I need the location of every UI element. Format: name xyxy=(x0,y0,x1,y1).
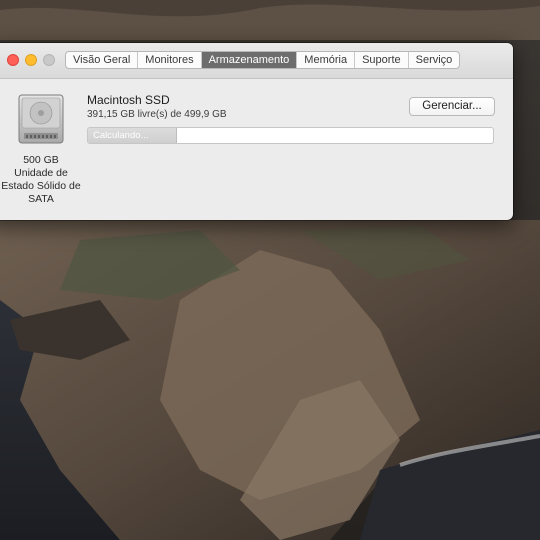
disk-name: Macintosh SSD xyxy=(87,93,170,107)
manage-button[interactable]: Gerenciar... xyxy=(409,97,495,116)
internal-drive-icon xyxy=(18,94,64,144)
tab-displays[interactable]: Monitores xyxy=(138,52,202,68)
disk-type-line-3: SATA xyxy=(28,193,54,205)
close-button[interactable] xyxy=(7,54,19,66)
title-bar: Visão Geral Monitores Armazenamento Memó… xyxy=(0,43,513,79)
tab-storage[interactable]: Armazenamento xyxy=(201,52,298,68)
disk-type-line-1: Unidade de xyxy=(14,167,68,179)
disk-type-line-2: Estado Sólido de xyxy=(1,180,81,192)
tab-overview[interactable]: Visão Geral xyxy=(66,52,139,68)
zoom-button xyxy=(43,54,55,66)
tab-service[interactable]: Serviço xyxy=(409,52,460,68)
tab-bar: Visão Geral Monitores Armazenamento Memó… xyxy=(65,51,461,69)
storage-usage-bar: Calculando... xyxy=(87,127,494,144)
storage-status-label: Calculando... xyxy=(93,130,149,141)
about-this-mac-window: Visão Geral Monitores Armazenamento Memó… xyxy=(0,43,513,220)
tab-memory[interactable]: Memória xyxy=(297,52,356,68)
disk-free-space: 391,15 GB livre(s) de 499,9 GB xyxy=(87,109,227,120)
minimize-button[interactable] xyxy=(25,54,37,66)
disk-caption: 500 GB Unidade de Estado Sólido de SATA xyxy=(0,154,87,206)
disk-capacity: 500 GB xyxy=(23,154,59,166)
tab-support[interactable]: Suporte xyxy=(355,52,409,68)
